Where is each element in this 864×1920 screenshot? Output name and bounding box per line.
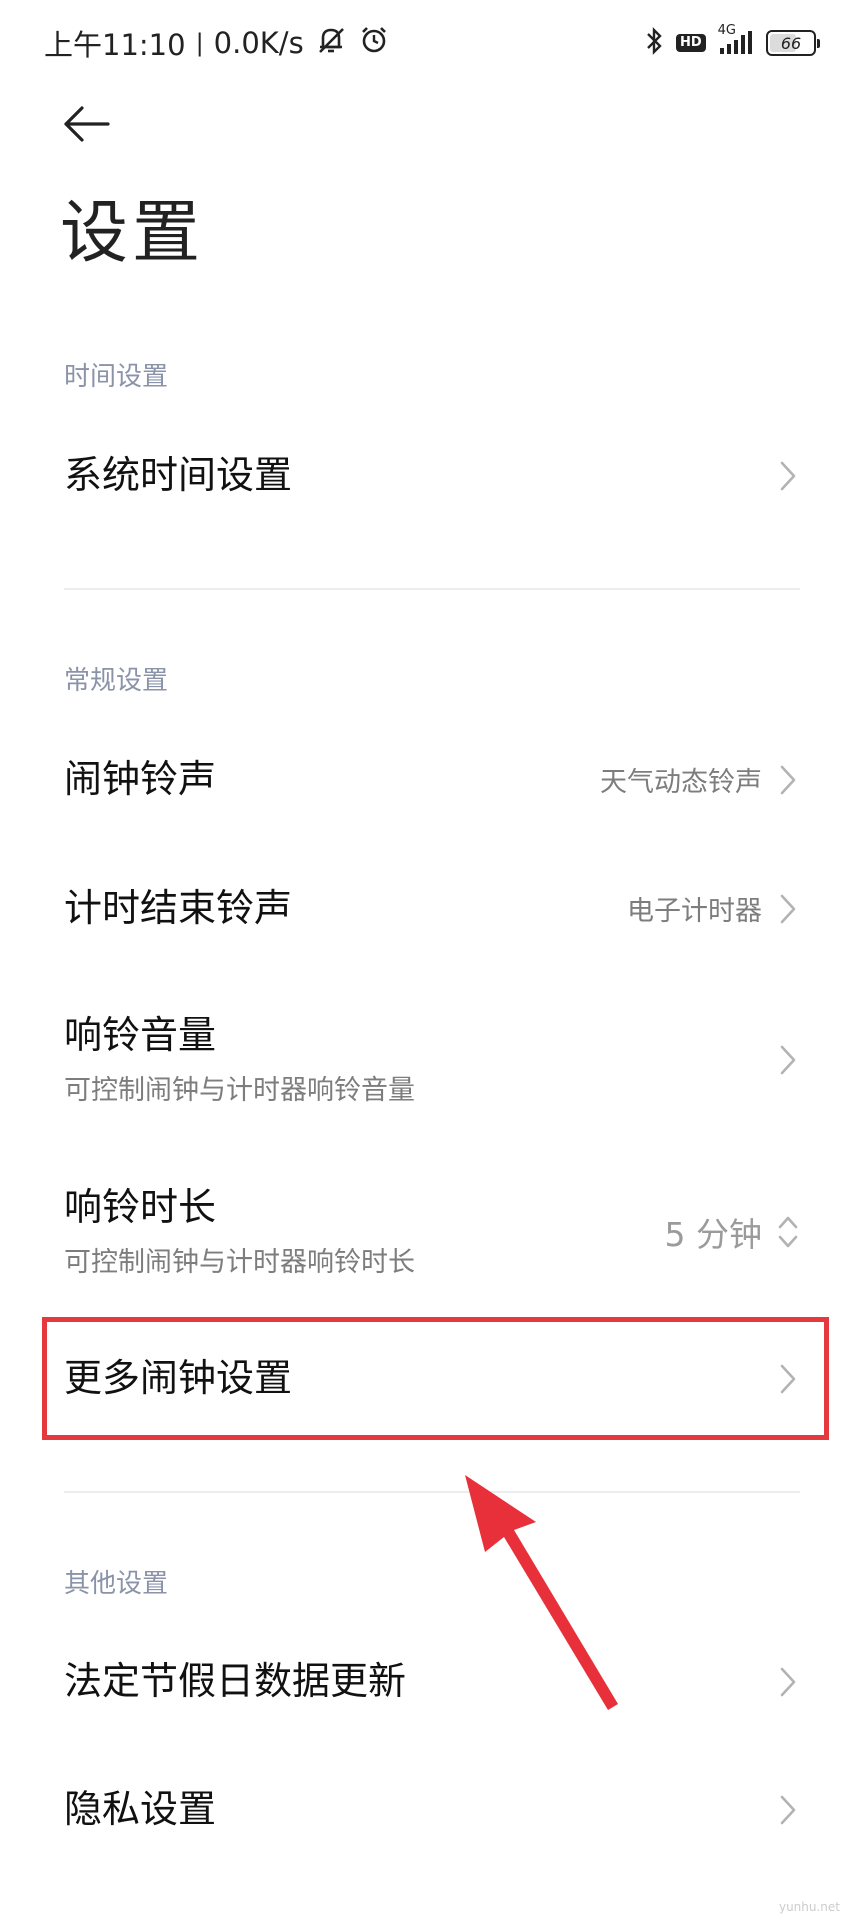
setting-row-ring-duration[interactable]: 响铃时长 可控制闹钟与计时器响铃时长 5 分钟	[0, 1162, 864, 1302]
row-value: 天气动态铃声	[600, 767, 762, 798]
row-title: 更多闹钟设置	[64, 1355, 293, 1400]
battery-icon: 66	[766, 30, 820, 56]
status-net-speed: 0.0K/s	[213, 26, 304, 60]
section-label-time: 时间设置	[64, 362, 169, 392]
row-title: 响铃音量	[64, 1012, 217, 1057]
row-value: 电子计时器	[627, 896, 762, 927]
chevron-up-down-icon[interactable]	[776, 1215, 800, 1249]
hd-badge: HD	[675, 34, 706, 52]
setting-row-privacy[interactable]: 隐私设置	[0, 1752, 864, 1867]
row-title: 响铃时长	[64, 1184, 217, 1229]
network-type: 4G	[717, 23, 736, 38]
setting-row-holiday-update[interactable]: 法定节假日数据更新	[0, 1624, 864, 1739]
setting-row-more-alarm[interactable]: 更多闹钟设置	[0, 1322, 864, 1435]
signal-icon: 4G	[718, 23, 754, 56]
annotation-arrow	[465, 1475, 618, 1710]
section-label-general: 常规设置	[64, 666, 169, 696]
chevron-right-icon	[776, 1665, 800, 1699]
row-title: 隐私设置	[64, 1786, 217, 1831]
section-divider	[64, 1491, 800, 1493]
status-bar-left: 上午11:10 | 0.0K/s	[44, 20, 390, 66]
row-title: 法定节假日数据更新	[64, 1658, 407, 1703]
back-button[interactable]	[56, 96, 116, 156]
bluetooth-icon	[644, 26, 664, 60]
duration-value: 5 分钟	[664, 1215, 763, 1254]
chevron-right-icon	[776, 459, 800, 493]
battery-level: 66	[780, 33, 802, 53]
chevron-right-icon	[776, 1793, 800, 1827]
setting-row-system-time[interactable]: 系统时间设置	[0, 418, 864, 533]
status-bar-right: HD 4G 66	[644, 20, 820, 66]
status-separator: |	[195, 29, 204, 57]
row-title: 闹钟铃声	[64, 756, 217, 801]
status-time: 上午11:10	[44, 28, 186, 62]
section-label-other: 其他设置	[64, 1569, 169, 1599]
chevron-right-icon	[776, 1043, 800, 1077]
row-subtitle: 可控制闹钟与计时器响铃音量	[64, 1075, 415, 1107]
setting-row-alarm-ringtone[interactable]: 闹钟铃声 天气动态铃声	[0, 722, 864, 837]
back-arrow-icon	[62, 104, 110, 148]
watermark: yunhu.net	[778, 1900, 840, 1914]
setting-row-ring-volume[interactable]: 响铃音量 可控制闹钟与计时器响铃音量	[0, 990, 864, 1130]
section-divider	[64, 588, 800, 590]
chevron-right-icon	[776, 892, 800, 926]
chevron-right-icon	[776, 763, 800, 797]
row-title: 计时结束铃声	[64, 885, 293, 930]
setting-row-timer-end-ringtone[interactable]: 计时结束铃声 电子计时器	[0, 851, 864, 966]
alarm-clock-icon	[358, 24, 390, 63]
muted-bell-icon	[314, 23, 348, 64]
row-title: 系统时间设置	[64, 452, 293, 497]
chevron-right-icon	[776, 1362, 800, 1396]
page-title: 设置	[60, 194, 205, 273]
row-subtitle: 可控制闹钟与计时器响铃时长	[64, 1247, 415, 1279]
